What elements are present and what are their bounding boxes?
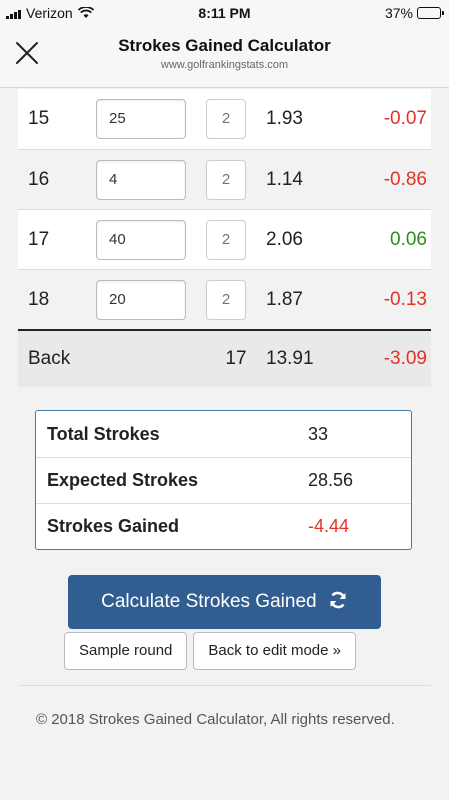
nav-url: www.golfrankingstats.com xyxy=(160,59,289,71)
hole-number: 16 xyxy=(28,168,50,190)
expected-value: 2.06 xyxy=(266,228,303,250)
back-to-edit-button[interactable]: Back to edit mode » xyxy=(193,632,356,670)
table-row: 15 25 2 1.93 -0.07 xyxy=(18,89,431,149)
hole-number: 15 xyxy=(28,108,50,129)
total-strokes-label: Total Strokes xyxy=(47,423,160,444)
table-row: 17 40 2 2.06 0.06 xyxy=(18,209,431,269)
calculate-button-label: Calculate Strokes Gained xyxy=(101,591,317,612)
strokes-gained-value: -0.13 xyxy=(383,288,427,310)
hole-number: 17 xyxy=(28,228,50,250)
battery-icon xyxy=(417,7,444,19)
distance-input[interactable]: 40 xyxy=(96,219,186,260)
summary-panel: Total Strokes 33 Expected Strokes 28.56 … xyxy=(35,410,412,550)
back-expected: 13.91 xyxy=(266,348,314,369)
status-bar: Verizon 8:11 PM 37% xyxy=(0,0,449,28)
expected-strokes-value: 28.56 xyxy=(308,470,354,490)
back-strokes: 17 xyxy=(225,348,247,369)
summary-row: Expected Strokes 28.56 xyxy=(36,457,411,503)
strokes-gained-value: -0.86 xyxy=(383,168,427,190)
calculate-button[interactable]: Calculate Strokes Gained xyxy=(68,575,381,629)
summary-row: Strokes Gained -4.44 xyxy=(36,503,411,549)
table-row: 18 20 2 1.87 -0.13 xyxy=(18,269,431,329)
table-row: 16 4 2 1.14 -0.86 xyxy=(18,149,431,209)
putts-input[interactable]: 2 xyxy=(206,219,246,260)
putts-input[interactable]: 2 xyxy=(206,99,246,139)
nav-bar: Strokes Gained Calculator www.golfrankin… xyxy=(0,28,449,88)
putts-input[interactable]: 2 xyxy=(206,159,246,200)
expected-value: 1.14 xyxy=(266,168,303,190)
secondary-buttons: Sample round Back to edit mode » xyxy=(64,632,431,670)
distance-input[interactable]: 4 xyxy=(96,159,186,200)
putts-input[interactable]: 2 xyxy=(206,279,246,320)
back-strokes-gained: -3.09 xyxy=(383,348,427,369)
status-time: 8:11 PM xyxy=(198,5,251,21)
distance-input[interactable]: 20 xyxy=(96,279,186,320)
strokes-gained-value: 0.06 xyxy=(390,228,427,250)
total-strokes-value: 33 xyxy=(308,423,329,444)
main-content: 15 25 2 1.93 -0.07 16 4 2 1.14 -0.86 17 … xyxy=(18,89,431,731)
expected-value: 1.93 xyxy=(266,108,303,129)
divider xyxy=(18,685,431,686)
summary-row: Total Strokes 33 xyxy=(36,411,411,457)
expected-value: 1.87 xyxy=(266,288,303,310)
strokes-gained-total: -4.44 xyxy=(308,516,350,536)
nav-title: Strokes Gained Calculator xyxy=(118,36,331,55)
battery-percent: 37% xyxy=(384,5,413,21)
refresh-icon xyxy=(330,591,346,609)
footer-copyright: © 2018 Strokes Gained Calculator, All ri… xyxy=(36,711,395,728)
hole-number: 18 xyxy=(28,288,50,310)
strokes-gained-label: Strokes Gained xyxy=(47,516,180,536)
sample-round-button[interactable]: Sample round xyxy=(64,632,188,670)
distance-input[interactable]: 25 xyxy=(96,99,186,139)
back-label: Back xyxy=(28,348,71,369)
back-nine-total-row: Back 17 13.91 -3.09 xyxy=(18,329,431,387)
expected-strokes-label: Expected Strokes xyxy=(47,470,199,490)
status-right: 37% xyxy=(384,5,444,21)
strokes-gained-value: -0.07 xyxy=(383,108,427,129)
